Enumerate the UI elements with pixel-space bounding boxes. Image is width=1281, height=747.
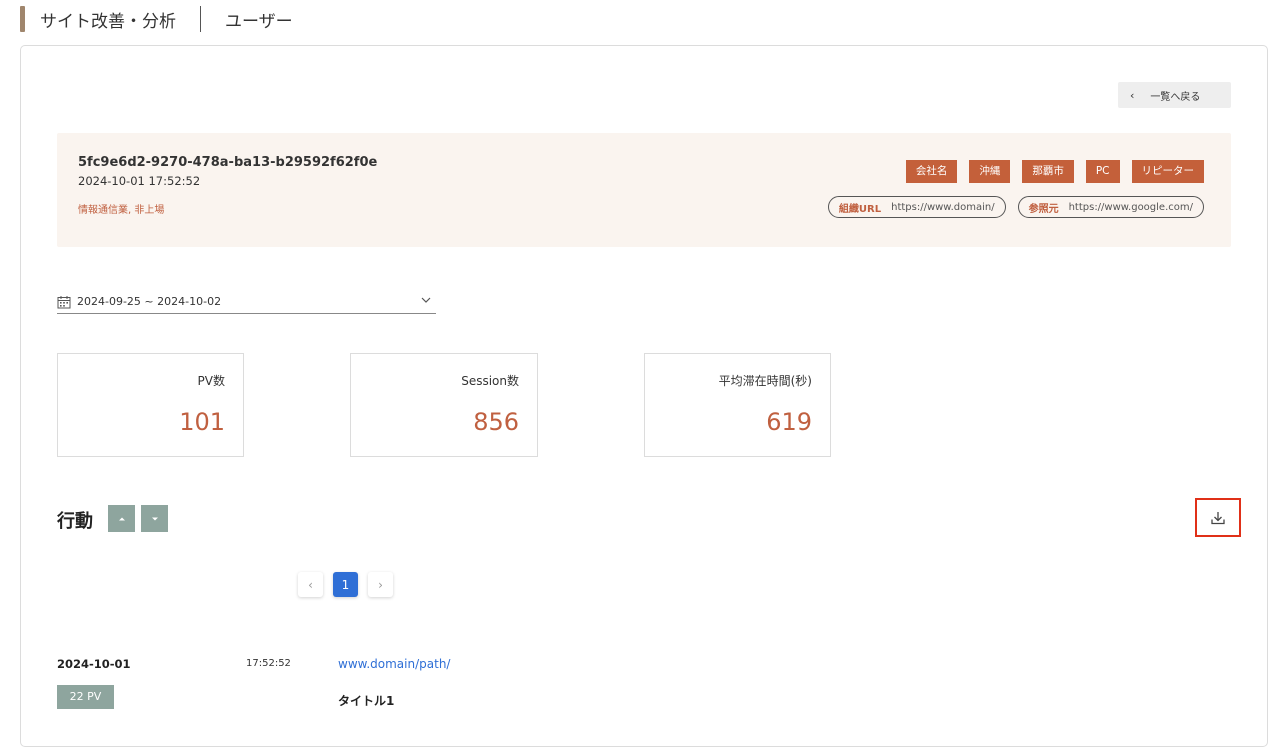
stat-card-session: Session数 856	[350, 353, 538, 457]
user-tags: 会社名 沖縄 那覇市 PC リピーター	[905, 160, 1204, 183]
caret-down-icon	[151, 517, 158, 520]
tag-prefecture: 沖縄	[969, 160, 1011, 183]
chevron-left-icon: ‹	[1130, 88, 1135, 102]
tag-device: PC	[1085, 160, 1120, 183]
stat-card-avg-time: 平均滞在時間(秒) 619	[644, 353, 831, 457]
tag-company: 会社名	[905, 160, 958, 183]
stat-card-pv: PV数 101	[57, 353, 244, 457]
referrer-pill[interactable]: 参照元 https://www.google.com/	[1017, 196, 1204, 218]
sort-descending-button[interactable]	[141, 505, 168, 532]
download-icon	[1211, 511, 1225, 524]
log-time: 17:52:52	[246, 658, 291, 669]
user-links: 組織URL https://www.domain/ 参照元 https://ww…	[827, 196, 1204, 218]
calendar-icon	[57, 295, 71, 308]
stat-label-session: Session数	[461, 374, 519, 388]
user-id: 5fc9e6d2-9270-478a-ba13-b29592f62f0e	[78, 155, 378, 170]
user-industry: 情報通信業, 非上場	[78, 205, 165, 216]
chevron-down-icon	[421, 297, 431, 303]
caret-up-icon	[118, 517, 125, 520]
stat-label-avg-time: 平均滞在時間(秒)	[718, 374, 812, 388]
header-accent-bar	[20, 6, 25, 32]
referrer-label: 参照元	[1028, 203, 1059, 215]
tag-visitor-type: リピーター	[1131, 160, 1204, 183]
date-range-select[interactable]: 2024-09-25 ~ 2024-10-02	[57, 290, 436, 314]
log-url-link[interactable]: www.domain/path/	[338, 657, 450, 671]
pagination-prev-button[interactable]: ‹	[298, 572, 323, 597]
header-divider	[200, 6, 201, 32]
log-page-title: タイトル1	[338, 694, 395, 708]
stat-label-pv: PV数	[197, 374, 225, 388]
tag-city: 那覇市	[1022, 160, 1074, 183]
download-button[interactable]	[1195, 498, 1241, 537]
user-profile-panel: 5fc9e6d2-9270-478a-ba13-b29592f62f0e 202…	[57, 133, 1231, 247]
org-url-pill[interactable]: 組織URL https://www.domain/	[827, 196, 1006, 218]
back-to-list-button[interactable]: ‹ 一覧へ戻る	[1118, 82, 1231, 108]
org-url-label: 組織URL	[838, 203, 882, 215]
date-range-value: 2024-09-25 ~ 2024-10-02	[77, 295, 222, 308]
page-subtitle: ユーザー	[225, 11, 293, 32]
sort-ascending-button[interactable]	[108, 505, 135, 532]
back-button-label: 一覧へ戻る	[1150, 91, 1201, 103]
stat-value-pv: 101	[179, 408, 225, 436]
stat-value-avg-time: 619	[766, 408, 812, 436]
user-timestamp: 2024-10-01 17:52:52	[78, 174, 201, 188]
referrer-value: https://www.google.com/	[1068, 201, 1193, 213]
org-url-value: https://www.domain/	[891, 201, 995, 213]
behavior-section-title: 行動	[57, 511, 93, 532]
page-header: サイト改善・分析 ユーザー	[20, 6, 293, 32]
log-pv-badge: 22 PV	[57, 685, 114, 709]
pagination-next-button[interactable]: ›	[368, 572, 393, 597]
stat-value-session: 856	[473, 408, 519, 436]
pagination-page-1[interactable]: 1	[333, 572, 358, 597]
log-date: 2024-10-01	[57, 657, 131, 671]
page-title: サイト改善・分析	[40, 11, 176, 32]
